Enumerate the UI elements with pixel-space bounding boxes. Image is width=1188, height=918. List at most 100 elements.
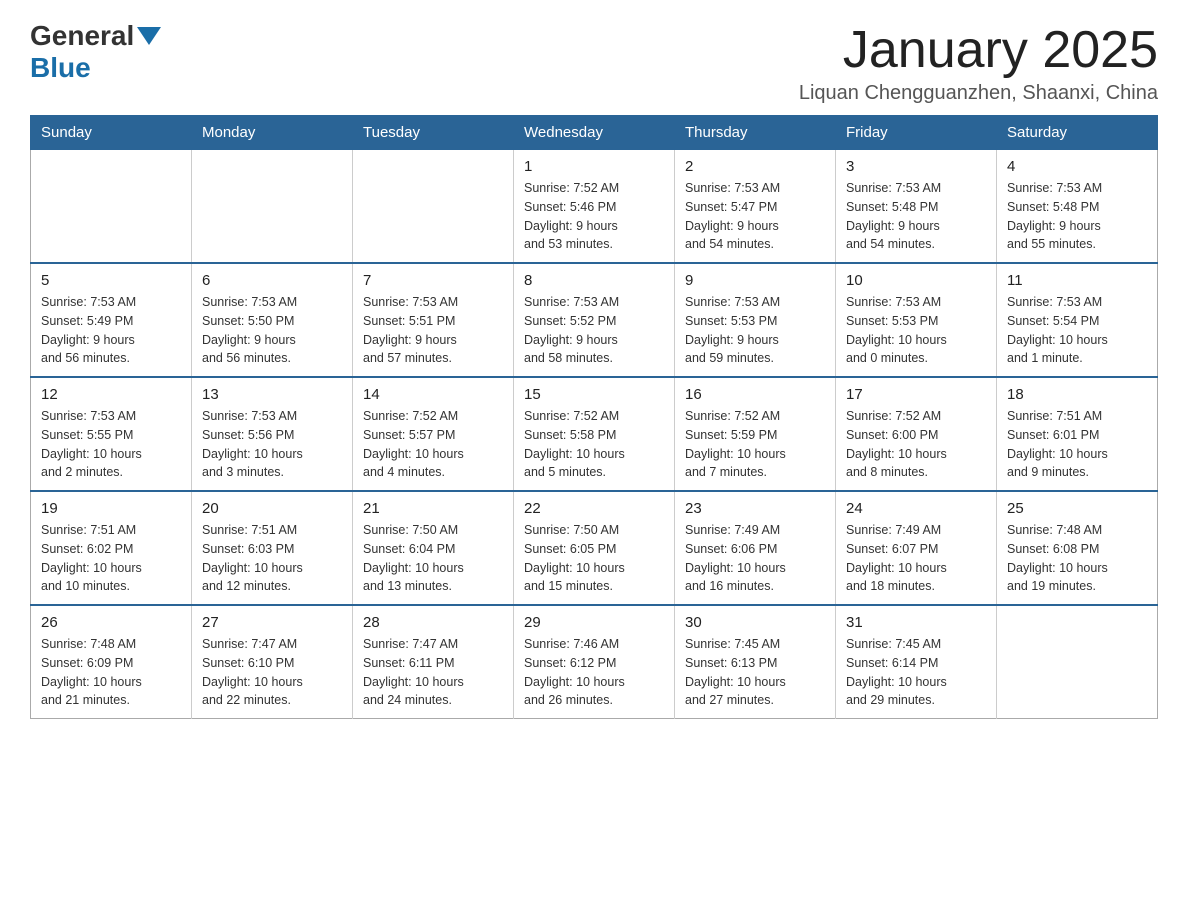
day-info: Sunrise: 7:53 AM Sunset: 5:53 PM Dayligh…: [685, 293, 825, 368]
day-number: 6: [202, 272, 342, 289]
calendar-header-saturday: Saturday: [997, 116, 1158, 150]
calendar-cell: [997, 605, 1158, 719]
calendar-cell: 4 Sunrise: 7:53 AM Sunset: 5:48 PM Daylig…: [997, 150, 1158, 264]
day-info: Sunrise: 7:53 AM Sunset: 5:50 PM Dayligh…: [202, 293, 342, 368]
day-info: Sunrise: 7:53 AM Sunset: 5:54 PM Dayligh…: [1007, 293, 1147, 368]
day-info: Sunrise: 7:49 AM Sunset: 6:07 PM Dayligh…: [846, 521, 986, 596]
day-info: Sunrise: 7:51 AM Sunset: 6:03 PM Dayligh…: [202, 521, 342, 596]
calendar-cell: 17 Sunrise: 7:52 AM Sunset: 6:00 PM Dayli…: [836, 377, 997, 491]
calendar-cell: 22Sunrise: 7:50 AM Sunset: 6:05 PM Dayli…: [514, 491, 675, 605]
calendar-week-1: 1 Sunrise: 7:52 AM Sunset: 5:46 PM Daylig…: [31, 150, 1158, 264]
calendar-week-2: 5Sunrise: 7:53 AM Sunset: 5:49 PM Daylig…: [31, 263, 1158, 377]
day-number: 17: [846, 386, 986, 403]
calendar-cell: 30 Sunrise: 7:45 AM Sunset: 6:13 PM Dayli…: [675, 605, 836, 719]
calendar-cell: 6 Sunrise: 7:53 AM Sunset: 5:50 PM Daylig…: [192, 263, 353, 377]
day-number: 19: [41, 500, 181, 517]
calendar-cell: 15Sunrise: 7:52 AM Sunset: 5:58 PM Dayli…: [514, 377, 675, 491]
calendar-cell: 21Sunrise: 7:50 AM Sunset: 6:04 PM Dayli…: [353, 491, 514, 605]
calendar-cell: 23 Sunrise: 7:49 AM Sunset: 6:06 PM Dayli…: [675, 491, 836, 605]
calendar-week-5: 26Sunrise: 7:48 AM Sunset: 6:09 PM Dayli…: [31, 605, 1158, 719]
calendar-cell: 31 Sunrise: 7:45 AM Sunset: 6:14 PM Dayli…: [836, 605, 997, 719]
calendar-cell: 8 Sunrise: 7:53 AM Sunset: 5:52 PM Daylig…: [514, 263, 675, 377]
title-block: January 2025 Liquan Chengguanzhen, Shaan…: [799, 20, 1158, 105]
day-number: 20: [202, 500, 342, 517]
calendar-header-tuesday: Tuesday: [353, 116, 514, 150]
calendar-cell: 25Sunrise: 7:48 AM Sunset: 6:08 PM Dayli…: [997, 491, 1158, 605]
calendar-cell: [353, 150, 514, 264]
day-number: 30: [685, 614, 825, 631]
day-info: Sunrise: 7:53 AM Sunset: 5:53 PM Dayligh…: [846, 293, 986, 368]
day-number: 3: [846, 158, 986, 175]
day-info: Sunrise: 7:52 AM Sunset: 5:57 PM Dayligh…: [363, 407, 503, 482]
calendar-header-row: SundayMondayTuesdayWednesdayThursdayFrid…: [31, 116, 1158, 150]
logo-blue-text: Blue: [30, 52, 91, 83]
day-number: 2: [685, 158, 825, 175]
day-info: Sunrise: 7:46 AM Sunset: 6:12 PM Dayligh…: [524, 635, 664, 710]
day-info: Sunrise: 7:53 AM Sunset: 5:52 PM Dayligh…: [524, 293, 664, 368]
day-info: Sunrise: 7:53 AM Sunset: 5:48 PM Dayligh…: [1007, 179, 1147, 254]
logo-general-text: General: [30, 20, 134, 52]
day-number: 26: [41, 614, 181, 631]
calendar-cell: 3 Sunrise: 7:53 AM Sunset: 5:48 PM Daylig…: [836, 150, 997, 264]
day-number: 23: [685, 500, 825, 517]
calendar-header-thursday: Thursday: [675, 116, 836, 150]
day-number: 31: [846, 614, 986, 631]
day-number: 9: [685, 272, 825, 289]
day-info: Sunrise: 7:52 AM Sunset: 5:46 PM Dayligh…: [524, 179, 664, 254]
day-info: Sunrise: 7:45 AM Sunset: 6:14 PM Dayligh…: [846, 635, 986, 710]
day-info: Sunrise: 7:53 AM Sunset: 5:48 PM Dayligh…: [846, 179, 986, 254]
day-number: 21: [363, 500, 503, 517]
page-header: General Blue January 2025 Liquan Chenggu…: [30, 20, 1158, 105]
day-number: 4: [1007, 158, 1147, 175]
calendar-cell: 7 Sunrise: 7:53 AM Sunset: 5:51 PM Daylig…: [353, 263, 514, 377]
day-info: Sunrise: 7:47 AM Sunset: 6:11 PM Dayligh…: [363, 635, 503, 710]
calendar-cell: 26Sunrise: 7:48 AM Sunset: 6:09 PM Dayli…: [31, 605, 192, 719]
day-info: Sunrise: 7:52 AM Sunset: 5:58 PM Dayligh…: [524, 407, 664, 482]
day-info: Sunrise: 7:53 AM Sunset: 5:51 PM Dayligh…: [363, 293, 503, 368]
day-number: 14: [363, 386, 503, 403]
calendar-cell: 27Sunrise: 7:47 AM Sunset: 6:10 PM Dayli…: [192, 605, 353, 719]
calendar-cell: 14 Sunrise: 7:52 AM Sunset: 5:57 PM Dayli…: [353, 377, 514, 491]
day-info: Sunrise: 7:53 AM Sunset: 5:56 PM Dayligh…: [202, 407, 342, 482]
day-info: Sunrise: 7:53 AM Sunset: 5:47 PM Dayligh…: [685, 179, 825, 254]
calendar-header-sunday: Sunday: [31, 116, 192, 150]
day-info: Sunrise: 7:51 AM Sunset: 6:02 PM Dayligh…: [41, 521, 181, 596]
day-info: Sunrise: 7:52 AM Sunset: 5:59 PM Dayligh…: [685, 407, 825, 482]
calendar-cell: 11 Sunrise: 7:53 AM Sunset: 5:54 PM Dayli…: [997, 263, 1158, 377]
day-number: 13: [202, 386, 342, 403]
logo-arrow-icon: [137, 27, 161, 45]
day-info: Sunrise: 7:52 AM Sunset: 6:00 PM Dayligh…: [846, 407, 986, 482]
location-text: Liquan Chengguanzhen, Shaanxi, China: [799, 82, 1158, 105]
calendar-cell: 13 Sunrise: 7:53 AM Sunset: 5:56 PM Dayli…: [192, 377, 353, 491]
calendar-cell: 9 Sunrise: 7:53 AM Sunset: 5:53 PM Daylig…: [675, 263, 836, 377]
calendar-cell: 29 Sunrise: 7:46 AM Sunset: 6:12 PM Dayli…: [514, 605, 675, 719]
calendar-cell: 10 Sunrise: 7:53 AM Sunset: 5:53 PM Dayli…: [836, 263, 997, 377]
day-number: 27: [202, 614, 342, 631]
calendar-cell: 18Sunrise: 7:51 AM Sunset: 6:01 PM Dayli…: [997, 377, 1158, 491]
calendar-header-wednesday: Wednesday: [514, 116, 675, 150]
calendar-cell: 12Sunrise: 7:53 AM Sunset: 5:55 PM Dayli…: [31, 377, 192, 491]
calendar-header-friday: Friday: [836, 116, 997, 150]
day-number: 29: [524, 614, 664, 631]
day-info: Sunrise: 7:45 AM Sunset: 6:13 PM Dayligh…: [685, 635, 825, 710]
day-number: 28: [363, 614, 503, 631]
day-info: Sunrise: 7:49 AM Sunset: 6:06 PM Dayligh…: [685, 521, 825, 596]
calendar-week-4: 19 Sunrise: 7:51 AM Sunset: 6:02 PM Dayli…: [31, 491, 1158, 605]
logo: General Blue: [30, 20, 164, 84]
calendar-cell: 28 Sunrise: 7:47 AM Sunset: 6:11 PM Dayli…: [353, 605, 514, 719]
day-number: 8: [524, 272, 664, 289]
calendar-cell: 24 Sunrise: 7:49 AM Sunset: 6:07 PM Dayli…: [836, 491, 997, 605]
calendar-cell: 2 Sunrise: 7:53 AM Sunset: 5:47 PM Daylig…: [675, 150, 836, 264]
day-number: 24: [846, 500, 986, 517]
calendar-table: SundayMondayTuesdayWednesdayThursdayFrid…: [30, 115, 1158, 719]
day-number: 7: [363, 272, 503, 289]
day-info: Sunrise: 7:48 AM Sunset: 6:08 PM Dayligh…: [1007, 521, 1147, 596]
calendar-cell: [192, 150, 353, 264]
day-number: 10: [846, 272, 986, 289]
day-number: 1: [524, 158, 664, 175]
calendar-cell: 19 Sunrise: 7:51 AM Sunset: 6:02 PM Dayli…: [31, 491, 192, 605]
day-number: 11: [1007, 272, 1147, 289]
calendar-cell: 16Sunrise: 7:52 AM Sunset: 5:59 PM Dayli…: [675, 377, 836, 491]
calendar-header-monday: Monday: [192, 116, 353, 150]
calendar-cell: 1 Sunrise: 7:52 AM Sunset: 5:46 PM Daylig…: [514, 150, 675, 264]
